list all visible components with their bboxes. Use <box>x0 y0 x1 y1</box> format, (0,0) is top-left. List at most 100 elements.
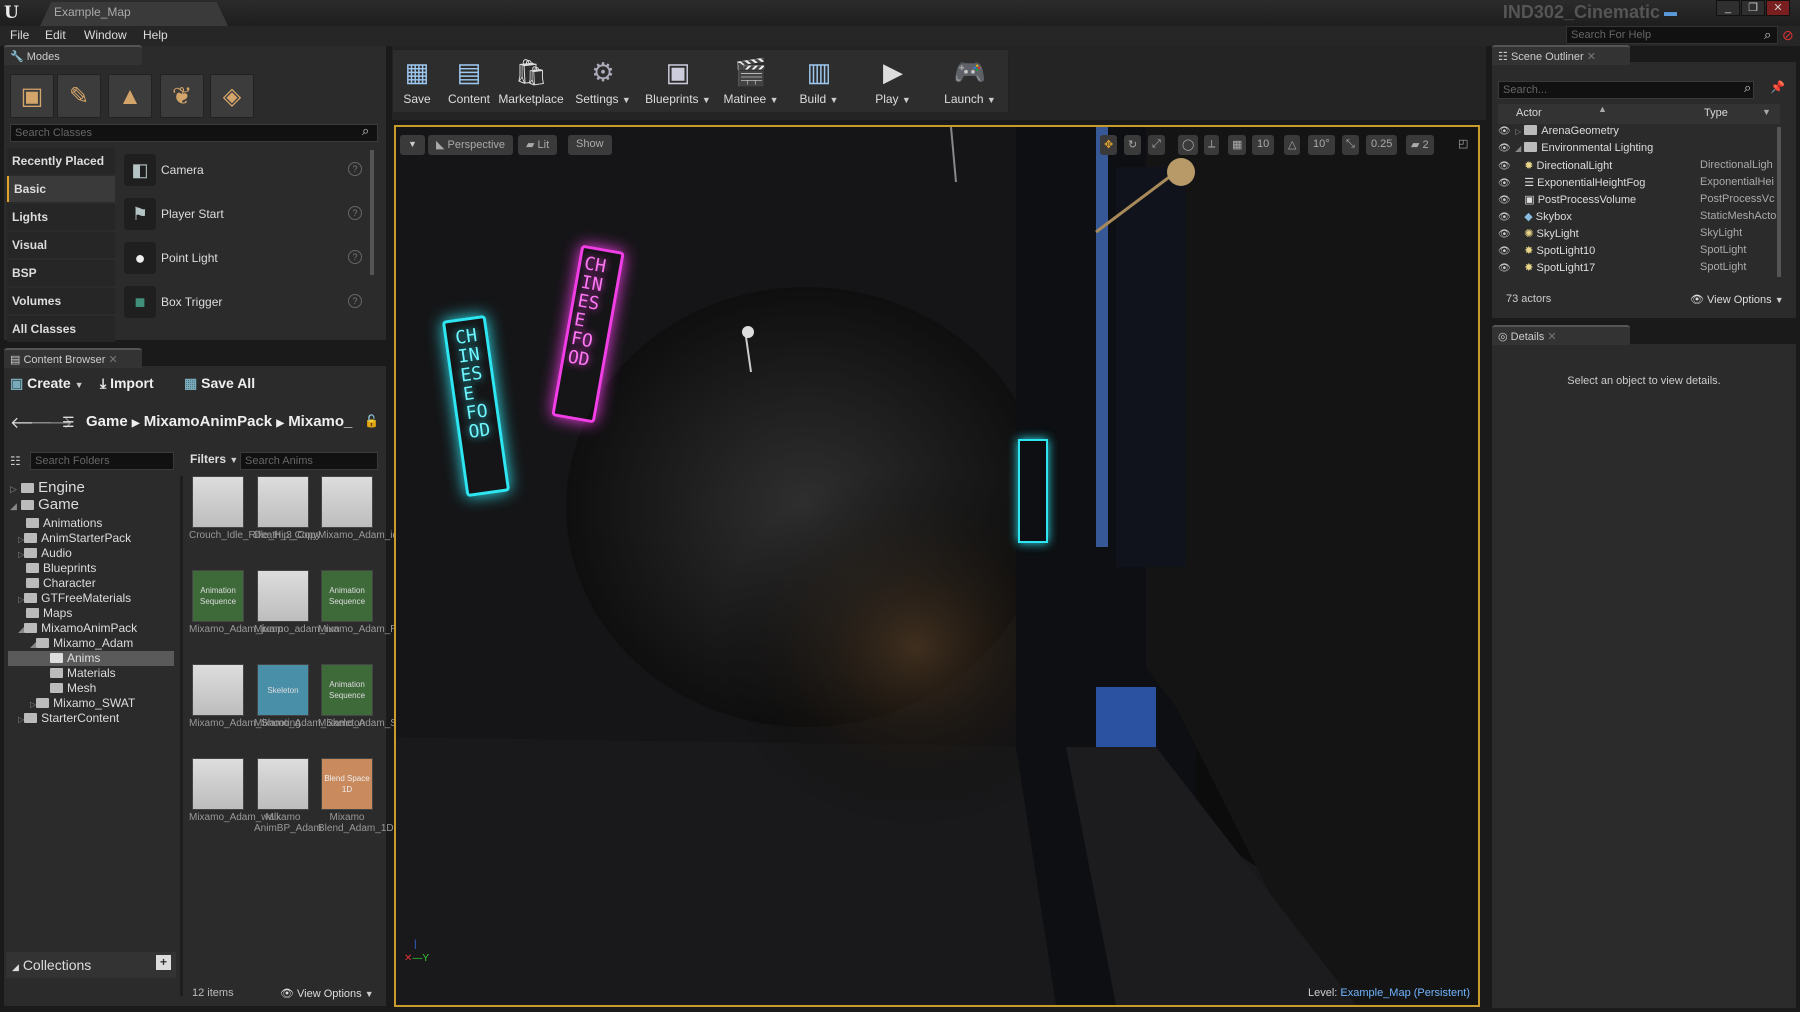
chat-icon[interactable]: ▬ <box>1664 4 1677 19</box>
eye-icon[interactable]: 👁 <box>1498 195 1512 206</box>
eye-icon[interactable]: 👁 <box>1498 263 1512 274</box>
folder-maps[interactable]: Maps <box>26 606 72 621</box>
outliner-search-input[interactable]: Search... <box>1498 81 1754 99</box>
help-icon[interactable]: ? <box>348 206 362 220</box>
scale-snap-icon[interactable]: ⤡ <box>1342 135 1359 155</box>
place-item-point-light[interactable]: ● Point Light ? <box>118 238 370 278</box>
eye-icon[interactable]: 👁 <box>1498 212 1512 223</box>
asset-tile[interactable]: Mixamo_Adam_walk <box>189 758 281 823</box>
folder-animstarterpack[interactable]: ▷ AnimStarterPack <box>18 531 131 546</box>
add-collection-icon[interactable]: + <box>156 955 171 970</box>
camera-speed-button[interactable]: ▰ 2 <box>1406 135 1434 155</box>
rotation-snap-icon[interactable]: △ <box>1284 135 1301 155</box>
tab-modes[interactable]: 🔧 Modes <box>4 45 142 65</box>
folder-audio[interactable]: ▷ Audio <box>18 546 72 561</box>
outliner-row[interactable]: 👁 ◢ Environmental Lighting <box>1498 142 1780 159</box>
close-button[interactable]: ✕ <box>1766 0 1790 16</box>
outliner-row[interactable]: 👁 ▷ ArenaGeometry <box>1498 125 1780 142</box>
column-type[interactable]: Type <box>1704 107 1728 119</box>
rotation-snap-value[interactable]: 10° <box>1308 135 1335 155</box>
category-bsp[interactable]: BSP <box>7 260 115 286</box>
category-visual[interactable]: Visual <box>7 232 115 258</box>
breadcrumb-game[interactable]: Game <box>86 413 128 430</box>
create-button[interactable]: ▣ Create ▼ <box>10 375 84 405</box>
category-recently-placed[interactable]: Recently Placed <box>7 148 115 174</box>
scale-icon[interactable]: ⤢ <box>1148 135 1165 155</box>
no-entry-icon[interactable]: ⊘ <box>1782 27 1794 44</box>
folder-mesh[interactable]: Mesh <box>50 681 96 696</box>
category-volumes[interactable]: Volumes <box>7 288 115 314</box>
outliner-row[interactable]: 👁 ◆ Skybox StaticMeshActo <box>1498 210 1780 227</box>
show-button[interactable]: Show <box>568 135 612 155</box>
help-icon[interactable]: ? <box>348 294 362 308</box>
asset-tile[interactable]: Mixamo AnimBP_Adam <box>254 758 322 834</box>
pin-icon[interactable]: 📌 <box>1770 80 1785 94</box>
folder-gtfreematerials[interactable]: ▷ GTFreeMaterials <box>18 591 131 606</box>
viewport-options-button[interactable]: ▼ <box>400 135 425 155</box>
eye-icon[interactable]: 👁 <box>1498 126 1512 137</box>
grid-snap-icon[interactable]: ▦ <box>1228 135 1247 155</box>
level-viewport[interactable]: CHINESE FOOD CHINESE FOOD ▼ ◣ Perspectiv… <box>394 125 1480 1007</box>
breadcrumb-mixamoanimpack[interactable]: MixamoAnimPack <box>144 413 272 430</box>
place-item-player-start[interactable]: ⚑ Player Start ? <box>118 194 370 234</box>
folder-blueprints[interactable]: Blueprints <box>26 561 96 576</box>
folder-animations[interactable]: Animations <box>26 516 102 531</box>
folder-mixamo-swat[interactable]: ▷ Mixamo_SWAT <box>30 696 135 711</box>
paint-mode-icon[interactable]: ✎ <box>57 74 101 118</box>
outliner-row[interactable]: 👁 ✸ SpotLight17 SpotLight <box>1498 261 1780 278</box>
filters-button[interactable]: Filters ▼ <box>190 452 238 466</box>
world-local-icon[interactable]: ◯ <box>1178 135 1199 155</box>
minimize-button[interactable]: _ <box>1716 0 1740 16</box>
outliner-row[interactable]: 👁 ✸ SpotLight10 SpotLight <box>1498 244 1780 261</box>
document-tab[interactable]: Example_Map <box>40 2 228 26</box>
folder-startercontent[interactable]: ▷ StarterContent <box>18 711 119 726</box>
column-actor[interactable]: Actor <box>1516 107 1542 119</box>
geometry-mode-icon[interactable]: ◈ <box>210 74 254 118</box>
outliner-row[interactable]: 👁 ✹ DirectionalLight DirectionalLigh <box>1498 159 1780 176</box>
eye-icon[interactable]: 👁 <box>1498 178 1512 189</box>
matinee-button[interactable]: 🎬 Matinee ▼ <box>719 50 783 112</box>
maximize-button[interactable]: ❐ <box>1741 0 1765 16</box>
play-button[interactable]: ▶ Play ▼ <box>859 50 927 112</box>
content-button[interactable]: ▤ Content <box>443 50 495 112</box>
search-classes-input[interactable]: Search Classes <box>10 124 378 142</box>
folder-materials[interactable]: Materials <box>50 666 116 681</box>
asset-tile[interactable]: Blend Space 1D Mixamo Blend_Adam_1D <box>318 758 394 834</box>
asset-tile[interactable]: Animation Sequence Mixamo_Adam_jump <box>189 570 283 635</box>
place-mode-icon[interactable]: ▣ <box>10 74 54 118</box>
asset-tile[interactable]: Mixamo_adam_run <box>254 570 340 635</box>
asset-tile[interactable]: Animation Sequence Mixamo_Adam_Running_ <box>318 570 433 635</box>
folder-engine[interactable]: ▷ Engine <box>10 479 85 496</box>
translate-icon[interactable]: ✥ <box>1100 135 1118 155</box>
settings-button[interactable]: ⚙ Settings ▼ <box>571 50 635 112</box>
close-icon[interactable]: ✕ <box>108 354 117 366</box>
menu-help[interactable]: Help <box>143 28 168 42</box>
foliage-mode-icon[interactable]: ❦ <box>160 74 204 118</box>
asset-tile[interactable]: Crouch_Idle_Rifle_Hip_Copy <box>189 476 318 541</box>
lock-icon[interactable]: 🔓 <box>364 414 379 428</box>
folder-mixamo-adam[interactable]: ◢ Mixamo_Adam <box>30 636 133 651</box>
perspective-button[interactable]: ◣ Perspective <box>428 135 514 155</box>
scale-snap-value[interactable]: 0.25 <box>1366 135 1398 155</box>
blueprints-button[interactable]: ▣ Blueprints ▼ <box>641 50 715 112</box>
category-all-classes[interactable]: All Classes <box>7 316 115 342</box>
tab-details[interactable]: ◎ Details ✕ <box>1492 325 1630 345</box>
asset-tile[interactable]: Skeleton Mixamo_Adam_Skeleton <box>254 664 365 729</box>
folder-character[interactable]: Character <box>26 576 96 591</box>
lit-button[interactable]: ▰ Lit <box>518 135 558 155</box>
outliner-row[interactable]: 👁 ▣ PostProcessVolume PostProcessVc <box>1498 193 1780 210</box>
folder-game[interactable]: ◢ Game <box>10 496 79 513</box>
eye-icon[interactable]: 👁 <box>1498 246 1512 257</box>
place-item-box-trigger[interactable]: ■ Box Trigger ? <box>118 282 370 322</box>
outliner-row[interactable]: 👁 ☰ ExponentialHeightFog ExponentialHei <box>1498 176 1780 193</box>
menu-file[interactable]: File <box>10 28 29 42</box>
asset-tile[interactable]: Death_3_Copy <box>254 476 321 541</box>
help-search-input[interactable]: Search For Help <box>1566 26 1778 44</box>
splitter[interactable] <box>180 476 183 996</box>
breadcrumb-mixamo[interactable]: Mixamo_ <box>288 413 352 430</box>
unreal-logo-icon[interactable]: U <box>4 2 26 24</box>
menu-window[interactable]: Window <box>84 28 127 42</box>
help-icon[interactable]: ? <box>348 250 362 264</box>
launch-button[interactable]: 🎮 Launch ▼ <box>933 50 1007 112</box>
close-icon[interactable]: ✕ <box>1587 51 1596 63</box>
